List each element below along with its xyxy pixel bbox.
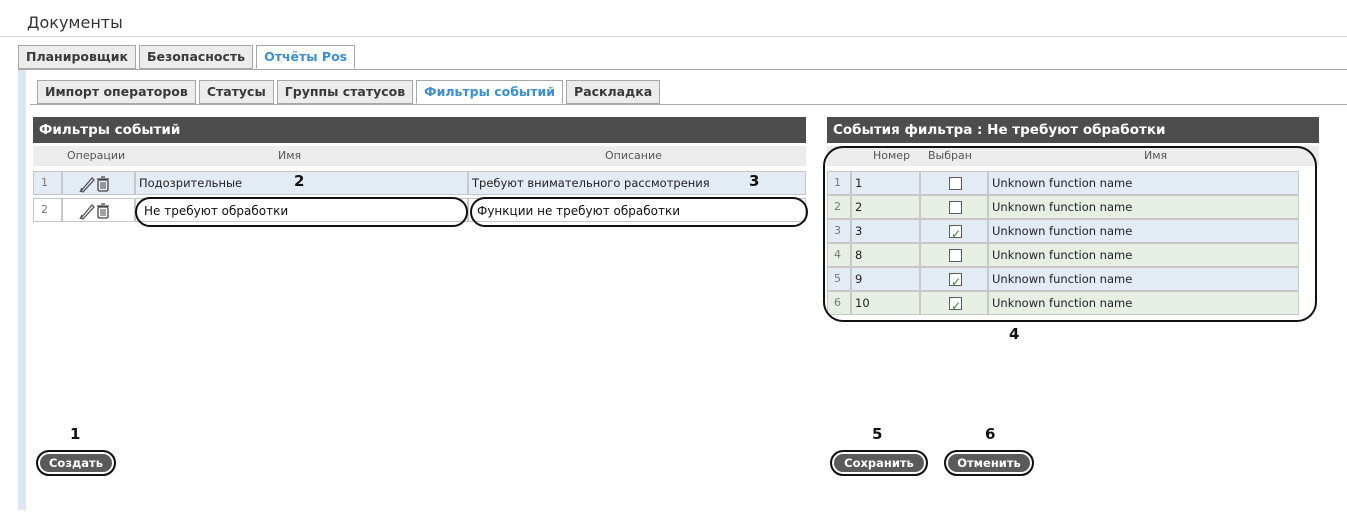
- tab-pos-reports[interactable]: Отчёты Pos: [256, 45, 356, 69]
- row-operations: [62, 198, 135, 222]
- create-button[interactable]: Создать: [36, 450, 116, 476]
- row-op-icons: [79, 176, 109, 193]
- annotation-1: 1: [70, 425, 81, 443]
- annotation-6: 6: [985, 425, 996, 443]
- documents-title: Документы: [27, 13, 123, 32]
- tab-status-groups[interactable]: Группы статусов: [276, 80, 414, 104]
- tab-import-operators[interactable]: Импорт операторов: [37, 80, 196, 104]
- column-description: Описание: [605, 149, 662, 162]
- column-name: Имя: [278, 149, 302, 162]
- callout-events-grid: [823, 146, 1317, 322]
- documents-header: Документы: [0, 7, 1347, 37]
- sub-tab-bar: Импорт операторов Статусы Группы статусо…: [37, 80, 661, 105]
- tab-statuses[interactable]: Статусы: [198, 80, 274, 104]
- screenshot-root: Документы Планировщик Безопасность Отчёт…: [0, 0, 1347, 515]
- events-grid-title: События фильтра : Не требуют обработки: [827, 117, 1319, 143]
- trash-icon[interactable]: [97, 176, 109, 192]
- callout-description-input: [470, 197, 808, 227]
- sub-tab-divider: [30, 104, 1347, 105]
- pencil-icon[interactable]: [79, 177, 95, 193]
- row-operations: [62, 171, 135, 195]
- tab-event-filters[interactable]: Фильтры событий: [416, 80, 564, 104]
- top-tab-bar: Планировщик Безопасность Отчёты Pos: [18, 45, 356, 70]
- annotation-3: 3: [749, 172, 760, 190]
- tab-security[interactable]: Безопасность: [138, 45, 254, 69]
- tab-scheduler[interactable]: Планировщик: [18, 45, 136, 69]
- save-button[interactable]: Сохранить: [830, 450, 928, 476]
- row-number: 1: [33, 171, 62, 195]
- pencil-icon[interactable]: [79, 204, 95, 220]
- tab-layout[interactable]: Раскладка: [566, 80, 661, 104]
- trash-icon[interactable]: [97, 203, 109, 219]
- column-operations: Операции: [67, 149, 126, 162]
- cancel-button[interactable]: Отменить: [944, 450, 1034, 476]
- filters-grid-title: Фильтры событий: [33, 117, 806, 143]
- callout-name-input: [135, 197, 468, 227]
- filter-row[interactable]: 1 Подозрительные Требуют внимательного р…: [33, 171, 806, 195]
- annotation-4: 4: [1009, 325, 1020, 343]
- annotation-5: 5: [872, 425, 883, 443]
- annotation-2: 2: [294, 172, 305, 190]
- row-op-icons: [79, 203, 109, 220]
- row-number: 2: [33, 198, 62, 222]
- filters-grid-header: Операции Имя Описание: [33, 146, 806, 166]
